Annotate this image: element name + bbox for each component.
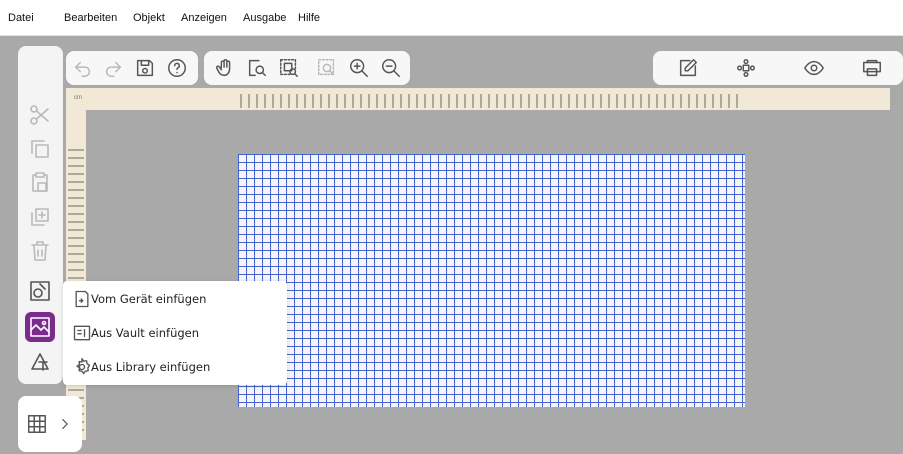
ruler-top-ticks <box>240 94 738 108</box>
menu-ausgabe[interactable]: Ausgabe <box>243 12 286 24</box>
help-button[interactable] <box>164 55 190 81</box>
redo-button[interactable] <box>100 55 126 81</box>
zoom-page-icon <box>248 59 266 77</box>
insert-image-icon <box>30 317 50 337</box>
zoom-object-button[interactable] <box>314 55 340 81</box>
paste-button[interactable] <box>25 168 55 198</box>
undo-button[interactable] <box>70 55 96 81</box>
zoom-object-icon <box>318 59 335 76</box>
menu-bearbeiten[interactable]: Bearbeiten <box>64 12 117 24</box>
popup-item-device[interactable]: Vom Gerät einfügen <box>63 283 287 315</box>
edit-mode-button[interactable] <box>675 55 701 81</box>
grid-table-icon <box>28 415 46 433</box>
popup-item-library-label: Aus Library einfügen <box>91 360 211 374</box>
edit-icon <box>679 59 697 77</box>
view-tools-panel <box>204 51 410 85</box>
left-sidebar <box>18 46 63 384</box>
ruler-left-ticks <box>68 149 84 431</box>
paste-icon <box>32 172 48 192</box>
zoom-out-icon <box>382 59 400 77</box>
zoom-page-button[interactable] <box>244 55 270 81</box>
menu-anzeigen[interactable]: Anzeigen <box>181 12 227 24</box>
layout-grid-panel[interactable] <box>18 396 82 452</box>
zoom-out-button[interactable] <box>378 55 404 81</box>
arrange-icon <box>737 59 755 77</box>
save-icon <box>136 59 154 77</box>
menu-datei[interactable]: Datei <box>8 12 34 24</box>
zoom-selection-button[interactable] <box>276 55 302 81</box>
menu-bar: Datei Bearbeiten Objekt Anzeigen Ausgabe… <box>0 0 903 36</box>
insert-image-button[interactable] <box>25 312 55 342</box>
preview-mode-button[interactable] <box>801 55 827 81</box>
ruler-left <box>66 110 86 440</box>
output-mode-button[interactable] <box>859 55 885 81</box>
insert-shape-button[interactable] <box>25 276 55 306</box>
mode-panel <box>653 51 903 85</box>
popup-item-vault-label: Aus Vault einfügen <box>91 326 200 340</box>
duplicate-button[interactable] <box>25 202 55 232</box>
chevron-right-icon[interactable] <box>56 413 74 435</box>
zoom-in-icon <box>350 59 368 77</box>
insert-image-popup: Vom Gerät einfügen Aus Vault einfügen Au… <box>63 281 287 385</box>
preview-icon <box>804 60 824 76</box>
device-import-icon <box>75 290 89 308</box>
menu-hilfe[interactable]: Hilfe <box>298 12 320 24</box>
copy-icon <box>31 140 49 158</box>
delete-icon <box>31 241 49 261</box>
menu-objekt[interactable]: Objekt <box>133 12 165 24</box>
delete-button[interactable] <box>25 236 55 266</box>
insert-text-shape-button[interactable] <box>25 346 55 376</box>
arrange-mode-button[interactable] <box>733 55 759 81</box>
insert-shape-icon <box>30 281 50 301</box>
hand-pan-button[interactable] <box>212 55 238 81</box>
library-import-icon <box>76 358 91 375</box>
design-canvas-grid[interactable] <box>238 154 745 407</box>
popup-item-vault[interactable]: Aus Vault einfügen <box>63 317 287 349</box>
popup-item-library[interactable]: Aus Library einfügen <box>63 351 287 383</box>
copy-button[interactable] <box>25 134 55 164</box>
cut-button[interactable] <box>25 100 55 130</box>
insert-text-shape-icon <box>31 353 49 371</box>
duplicate-icon <box>31 208 49 226</box>
save-button[interactable] <box>132 55 158 81</box>
hand-pan-icon <box>216 59 231 77</box>
popup-item-device-label: Vom Gerät einfügen <box>91 292 207 306</box>
zoom-in-button[interactable] <box>346 55 372 81</box>
redo-icon <box>105 61 122 77</box>
vault-import-icon <box>73 325 91 341</box>
undo-icon <box>74 61 91 77</box>
edit-history-panel <box>66 51 198 85</box>
ruler-unit-label: cm <box>74 95 82 101</box>
cut-icon <box>30 105 49 125</box>
output-icon <box>863 59 881 77</box>
zoom-selection-icon <box>280 59 298 77</box>
ruler-top <box>66 88 890 110</box>
help-icon <box>168 59 186 77</box>
